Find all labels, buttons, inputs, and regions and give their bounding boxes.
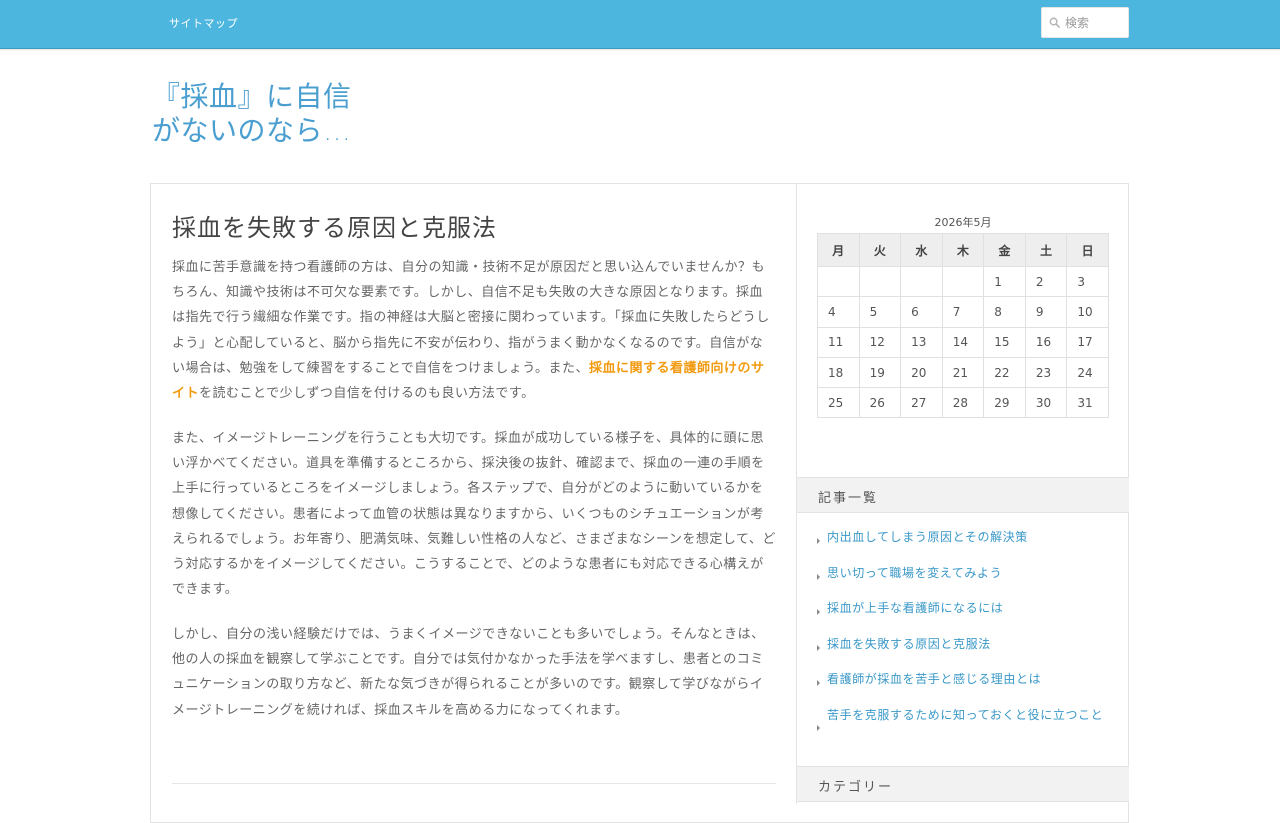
recent-post-link[interactable]: 苦手を克服するために知っておくと役に立つこと (827, 708, 1103, 722)
weekday-fri: 金 (983, 233, 1026, 267)
recent-posts-heading: 記事一覧 (818, 491, 879, 506)
recent-post-item[interactable]: 採血を失敗する原因と克服法 (817, 635, 1107, 671)
top-nav-bar: サイトマップ (0, 0, 1280, 49)
calendar-day: 31 (1066, 387, 1109, 419)
calendar-weekday-row: 月 火 水 木 金 土 日 (817, 233, 1109, 267)
article-paragraph-3: しかし、自分の浅い経験だけでは、うまくイメージできないことも多いでしょう。そんな… (172, 627, 765, 718)
categories-header: カテゴリー (797, 766, 1129, 802)
weekday-sat: 土 (1024, 233, 1068, 267)
recent-post-item[interactable]: 内出血してしまう原因とその解決策 (817, 528, 1107, 564)
calendar-day: 30 (1024, 387, 1068, 419)
search-box[interactable] (1041, 7, 1129, 38)
weekday-mon: 月 (817, 233, 860, 267)
chevron-right-icon (817, 644, 820, 651)
recent-posts-list: 内出血してしまう原因とその解決策 思い切って職場を変えてみよう 採血が上手な看護… (817, 528, 1107, 746)
weekday-thu: 木 (941, 233, 985, 267)
calendar-day: 3 (1066, 265, 1109, 298)
calendar-day: 16 (1024, 326, 1068, 358)
recent-post-link[interactable]: 内出血してしまう原因とその解決策 (827, 530, 1028, 544)
weekday-wed: 水 (900, 233, 943, 267)
recent-post-item[interactable]: 看護師が採血を苦手と感じる理由とは (817, 670, 1107, 706)
calendar-day (817, 265, 860, 298)
calendar-day: 15 (983, 326, 1026, 358)
search-icon (1049, 17, 1060, 28)
recent-post-item[interactable]: 苦手を克服するために知っておくと役に立つこと (817, 706, 1107, 746)
recent-post-link[interactable]: 看護師が採血を苦手と感じる理由とは (827, 672, 1041, 686)
calendar-day: 11 (817, 326, 860, 358)
recent-posts-header: 記事一覧 (797, 477, 1129, 513)
calendar-day (900, 265, 943, 298)
calendar-day: 8 (983, 296, 1026, 328)
weekday-sun: 日 (1066, 233, 1109, 267)
calendar-day: 25 (817, 387, 860, 419)
chevron-right-icon (817, 573, 820, 580)
sitemap-link[interactable]: サイトマップ (169, 15, 238, 31)
recent-post-item[interactable]: 思い切って職場を変えてみよう (817, 564, 1107, 600)
calendar-day: 21 (941, 356, 985, 389)
weekday-tue: 火 (858, 233, 902, 267)
calendar-day: 20 (900, 356, 943, 389)
recent-post-item[interactable]: 採血が上手な看護師になるには (817, 599, 1107, 635)
calendar-day: 26 (858, 387, 902, 419)
calendar-day (858, 265, 902, 298)
paragraph-text: を読むことで少しずつ自信を付けるのも良い方法です。 (199, 386, 535, 402)
calendar-day: 28 (941, 387, 985, 419)
site-title-line1: 『採血』に自信 (152, 80, 352, 113)
calendar-day: 29 (983, 387, 1026, 419)
calendar-day: 1 (983, 265, 1026, 298)
calendar-day: 24 (1066, 356, 1109, 389)
calendar-day: 14 (941, 326, 985, 358)
calendar-widget: 2026年5月 月 火 水 木 金 土 日 1 2 3 4 5 6 7 8 9 … (817, 212, 1109, 419)
recent-post-link[interactable]: 採血が上手な看護師になるには (827, 601, 1003, 615)
chevron-right-icon (817, 680, 820, 686)
calendar-day (941, 265, 985, 298)
chevron-right-icon (817, 609, 820, 615)
recent-post-link[interactable]: 採血を失敗する原因と克服法 (827, 637, 991, 651)
calendar-day: 19 (858, 356, 902, 389)
site-title[interactable]: 『採血』に自信 がないのなら… (152, 80, 372, 148)
calendar-day: 4 (817, 296, 860, 328)
calendar-day: 22 (983, 356, 1026, 389)
calendar-week: 18 19 20 21 22 23 24 (817, 356, 1109, 389)
calendar-day: 5 (858, 296, 902, 328)
calendar-day: 7 (941, 296, 985, 328)
calendar-day: 13 (900, 326, 943, 358)
article-divider (172, 783, 776, 784)
calendar-day: 10 (1066, 296, 1109, 328)
calendar-week: 11 12 13 14 15 16 17 (817, 326, 1109, 358)
categories-heading: カテゴリー (818, 780, 894, 795)
article-paragraph-2: また、イメージトレーニングを行うことも大切です。採血が成功している様子を、具体的… (172, 431, 776, 598)
calendar-day: 27 (900, 387, 943, 419)
search-input[interactable] (1065, 13, 1125, 33)
calendar-day: 6 (900, 296, 943, 328)
article: 採血を失敗する原因と克服法 採血に苦手意識を持つ看護師の方は、自分の知識・技術不… (172, 210, 776, 718)
site-title-line2: がないのなら… (152, 114, 352, 147)
chevron-right-icon (817, 538, 820, 544)
paragraph-text: 採血に苦手意識を持つ看護師の方は、自分の知識・技術不足が原因だと思い込んでいませ… (172, 260, 770, 376)
recent-post-link[interactable]: 思い切って職場を変えてみよう (827, 566, 1002, 580)
calendar-day: 2 (1024, 265, 1068, 298)
calendar-day: 18 (817, 356, 860, 389)
calendar-day: 23 (1024, 356, 1068, 389)
calendar-day: 9 (1024, 296, 1068, 328)
calendar-day: 17 (1066, 326, 1109, 358)
calendar-table: 月 火 水 木 金 土 日 1 2 3 4 5 6 7 8 9 10 11 12… (817, 233, 1109, 419)
calendar-week: 25 26 27 28 29 30 31 (817, 387, 1109, 419)
calendar-day: 12 (858, 326, 902, 358)
chevron-right-icon (817, 724, 820, 731)
calendar-week: 4 5 6 7 8 9 10 (817, 296, 1109, 328)
calendar-week: 1 2 3 (817, 265, 1109, 298)
article-paragraph-1: 採血に苦手意識を持つ看護師の方は、自分の知識・技術不足が原因だと思い込んでいませ… (172, 255, 776, 406)
article-title: 採血を失敗する原因と克服法 (172, 214, 497, 242)
calendar-caption: 2026年5月 (934, 216, 992, 229)
